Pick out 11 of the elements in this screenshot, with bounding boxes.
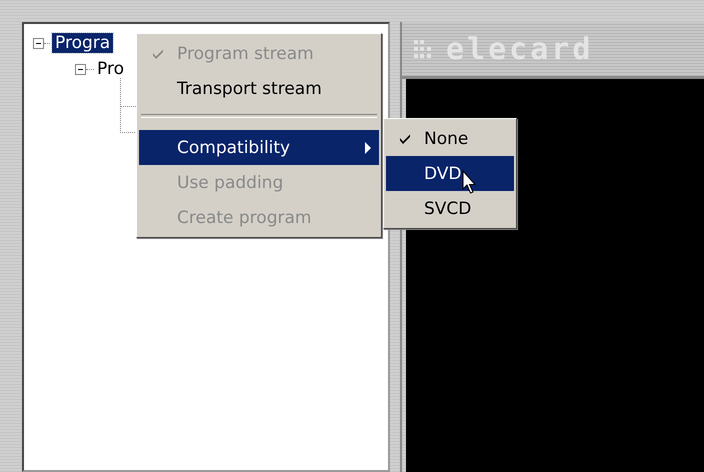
collapse-toggle[interactable] xyxy=(33,38,44,48)
menu-item[interactable]: Transport stream xyxy=(139,71,379,106)
menu-item[interactable]: Compatibility xyxy=(139,130,379,165)
menu-item[interactable]: None xyxy=(386,121,514,156)
submenu-arrow-icon xyxy=(365,142,371,154)
tree-item[interactable]: Pro xyxy=(94,59,127,79)
collapse-toggle[interactable] xyxy=(75,64,86,74)
mouse-pointer-icon xyxy=(462,170,478,196)
tree-item[interactable]: Progra xyxy=(52,33,114,53)
menu-item[interactable]: SVCD xyxy=(386,191,514,226)
menu-item[interactable]: DVD xyxy=(386,156,514,191)
